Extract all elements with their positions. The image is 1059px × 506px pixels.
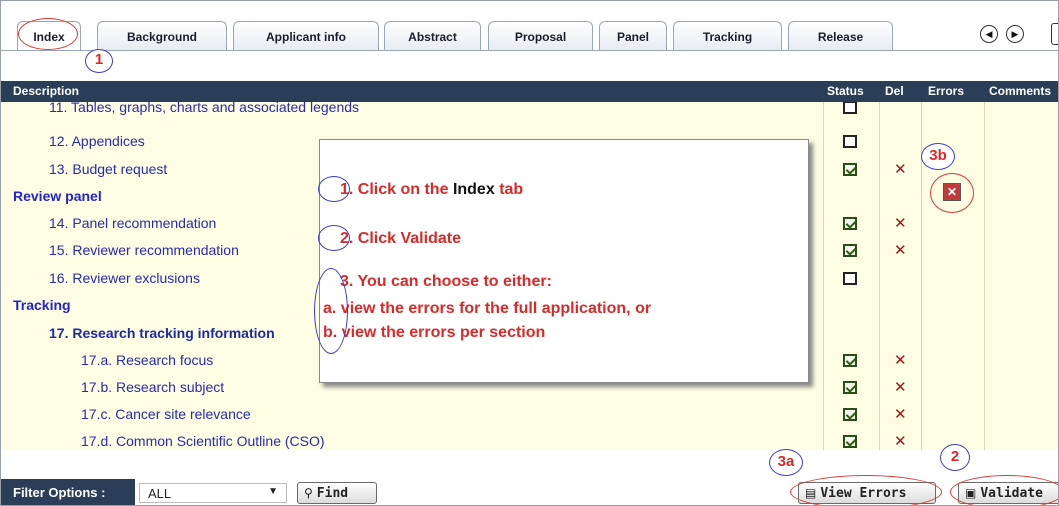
instruction-callout: 1. Click on the Index tab 2. Click Valid… xyxy=(314,139,809,383)
status-checkbox-checked xyxy=(843,244,857,257)
row-link[interactable]: 13. Budget request xyxy=(49,161,167,177)
chevron-down-icon: ▼ xyxy=(268,486,278,497)
status-checkbox-checked xyxy=(843,163,857,176)
filter-select-value: ALL xyxy=(148,486,172,501)
annotation-index-circle xyxy=(18,18,78,50)
find-button-label: Find xyxy=(316,486,349,501)
grid-header: Description Status Del Errors Comments xyxy=(1,81,1058,102)
callout-step-3b: b. view the errors per section xyxy=(323,324,546,341)
callout-step-3a: a. view the errors for the full applicat… xyxy=(323,300,652,317)
delete-x-icon[interactable]: ✕ xyxy=(894,432,907,450)
circle-arrow-left-icon[interactable]: ◀ xyxy=(980,25,998,43)
row-link[interactable]: 17. Research tracking information xyxy=(49,325,275,341)
status-checkbox-unchecked xyxy=(843,102,857,114)
status-checkbox-unchecked xyxy=(843,272,857,285)
callout-step-1-tab-name: Index xyxy=(452,181,495,198)
circle-arrow-right-icon[interactable]: ▶ xyxy=(1006,25,1024,43)
table-row: 17.d. Common Scientific Outline (CSO) ✕ xyxy=(1,428,1058,450)
delete-x-icon[interactable]: ✕ xyxy=(894,160,907,178)
delete-x-icon[interactable]: ✕ xyxy=(894,351,907,369)
column-del[interactable]: Del xyxy=(885,84,904,98)
delete-x-icon[interactable]: ✕ xyxy=(894,214,907,232)
tab-release[interactable]: Release xyxy=(788,21,893,51)
column-comments[interactable]: Comments xyxy=(989,84,1051,98)
status-checkbox-checked xyxy=(843,435,857,448)
callout-step-1-suffix: tab xyxy=(499,181,524,198)
filter-select[interactable]: ALL ▼ xyxy=(139,483,287,503)
tab-menu-button[interactable] xyxy=(1051,23,1058,45)
row-link[interactable]: 17.b. Research subject xyxy=(81,379,224,395)
row-link[interactable]: 17.a. Research focus xyxy=(81,352,213,368)
tab-proposal[interactable]: Proposal xyxy=(488,21,593,51)
column-errors[interactable]: Errors xyxy=(928,84,964,98)
section-header[interactable]: Review panel xyxy=(13,188,102,204)
annotation-marker-2: 2 xyxy=(940,444,970,471)
tab-panel[interactable]: Panel xyxy=(599,21,667,51)
section-header[interactable]: Tracking xyxy=(13,297,71,313)
annotation-view-errors-circle xyxy=(790,475,942,505)
status-checkbox-checked xyxy=(843,381,857,394)
callout-marker-3-circle xyxy=(314,268,348,354)
row-link[interactable]: 17.d. Common Scientific Outline (CSO) xyxy=(81,433,325,449)
column-description[interactable]: Description xyxy=(13,84,79,98)
callout-marker-2-circle xyxy=(318,225,350,251)
tab-tracking[interactable]: Tracking xyxy=(673,21,782,51)
tab-abstract[interactable]: Abstract xyxy=(384,21,481,51)
row-link[interactable]: 12. Appendices xyxy=(49,133,145,149)
application-window: Index Background Applicant info Abstract… xyxy=(0,0,1059,506)
tab-applicant-info[interactable]: Applicant info xyxy=(233,21,379,51)
row-link[interactable]: 14. Panel recommendation xyxy=(49,215,216,231)
row-link[interactable]: 16. Reviewer exclusions xyxy=(49,270,200,286)
row-link[interactable]: 15. Reviewer recommendation xyxy=(49,242,239,258)
annotation-marker-1: 1 xyxy=(85,49,113,73)
tab-underline xyxy=(1,50,1058,51)
annotation-marker-3a: 3a xyxy=(769,449,803,476)
table-row: 11. Tables, graphs, charts and associate… xyxy=(1,102,1058,122)
tab-bar: Index Background Applicant info Abstract… xyxy=(1,1,1058,57)
delete-x-icon[interactable]: ✕ xyxy=(894,405,907,423)
row-link[interactable]: 17.c. Cancer site relevance xyxy=(81,406,251,422)
callout-step-1: 1. Click on the Index tab xyxy=(340,181,523,199)
status-checkbox-unchecked xyxy=(843,135,857,148)
table-row: 17.c. Cancer site relevance ✕ xyxy=(1,401,1058,429)
callout-step-3: 3. You can choose to either: xyxy=(340,273,552,291)
callout-step-2: 2. Click Validate xyxy=(340,230,461,248)
status-checkbox-checked xyxy=(843,217,857,230)
column-status[interactable]: Status xyxy=(827,84,864,98)
tab-background[interactable]: Background xyxy=(97,21,227,51)
filter-options-label: Filter Options : xyxy=(1,479,135,505)
status-checkbox-checked xyxy=(843,354,857,367)
delete-x-icon[interactable]: ✕ xyxy=(894,241,907,259)
section-error-icon[interactable]: ✕ xyxy=(943,183,961,201)
callout-step-2-text: Click Validate xyxy=(357,230,461,247)
callout-step-3-text: You can choose to either: xyxy=(357,273,552,290)
row-link[interactable]: 11. Tables, graphs, charts and associate… xyxy=(49,102,359,115)
annotation-validate-circle xyxy=(950,475,1058,505)
find-button[interactable]: ⚲ Find xyxy=(297,482,377,504)
callout-step-1-text: Click on the xyxy=(357,181,449,198)
delete-x-icon[interactable]: ✕ xyxy=(894,378,907,396)
status-checkbox-checked xyxy=(843,408,857,421)
annotation-marker-3b: 3b xyxy=(921,143,955,170)
callout-marker-1-circle xyxy=(318,176,350,202)
binoculars-icon: ⚲ xyxy=(304,486,313,500)
